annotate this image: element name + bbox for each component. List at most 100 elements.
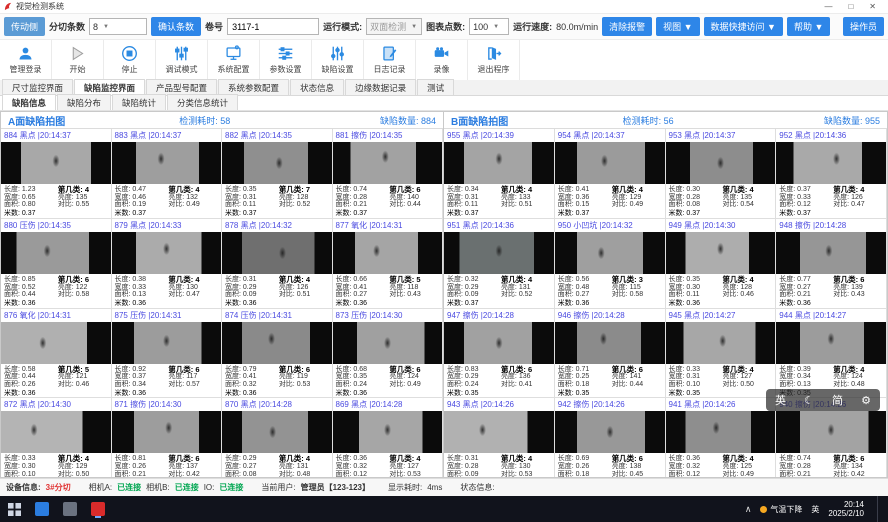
- video-record-button[interactable]: 录像: [416, 40, 468, 80]
- tab-产品型号配置[interactable]: 产品型号配置: [146, 79, 217, 95]
- admin-login-button[interactable]: 管理登录: [0, 40, 52, 80]
- clear-alarm-button[interactable]: 清除报警: [602, 17, 652, 36]
- start-button[interactable]: 开始: [52, 40, 104, 80]
- debug-mode-button[interactable]: 调试模式: [156, 40, 208, 80]
- minimize-button[interactable]: —: [824, 2, 832, 11]
- tab-边缘数据记录[interactable]: 边缘数据记录: [345, 79, 416, 95]
- drive-side-button[interactable]: 传动侧: [4, 17, 45, 36]
- defect-cell-875[interactable]: 875 压伤 |20:14:31长度: 0.92宽度: 0.37面积: 0.34…: [112, 309, 223, 399]
- subtab-缺陷统计[interactable]: 缺陷统计: [112, 94, 166, 110]
- settings-gear-icon[interactable]: ⚙: [861, 394, 871, 407]
- show-desktop-button[interactable]: [877, 496, 880, 522]
- window-title: 视觉检测系统: [16, 1, 64, 12]
- input-language-indicator[interactable]: 英: [811, 504, 819, 515]
- defect-cell-954[interactable]: 954 黑点 |20:14:37长度: 0.41宽度: 0.36面积: 0.15…: [555, 129, 666, 219]
- toolbar-button-label: 开始: [70, 64, 86, 75]
- maximize-button[interactable]: □: [848, 2, 853, 11]
- defect-cell-883[interactable]: 883 黑点 |20:14:37长度: 0.47宽度: 0.46面积: 0.19…: [112, 129, 223, 219]
- help-menu-button[interactable]: 帮助 ▼: [787, 17, 830, 36]
- defect-meters: 米数: 0.36: [225, 390, 279, 398]
- defect-cell-header: 945 黑点 |20:14:27: [666, 309, 776, 322]
- defect-area: 面积: 0.11: [447, 201, 501, 209]
- lang-cn-button[interactable]: 简: [832, 392, 843, 408]
- defect-cell-876[interactable]: 876 氧化 |20:14:31长度: 0.58宽度: 0.44面积: 0.26…: [1, 309, 112, 399]
- defect-cell-871[interactable]: 871 擦伤 |20:14:30长度: 0.81宽度: 0.26面积: 0.21…: [112, 398, 223, 478]
- defect-class: 第几类: 4: [58, 455, 108, 463]
- tab-缺陷监控界面[interactable]: 缺陷监控界面: [74, 79, 145, 95]
- subtab-缺陷分布[interactable]: 缺陷分布: [57, 94, 111, 110]
- defect-width: 宽度: 0.25: [558, 373, 612, 381]
- defect-cell-879[interactable]: 879 黑点 |20:14:33长度: 0.38宽度: 0.33面积: 0.13…: [112, 219, 223, 309]
- defect-cell-946[interactable]: 946 擦伤 |20:14:28长度: 0.71宽度: 0.25面积: 0.18…: [555, 309, 666, 399]
- defect-info: 长度: 0.74宽度: 0.28面积: 0.21米数: 0.35第几类: 6亮度…: [776, 453, 886, 478]
- defect-cell-874[interactable]: 874 压伤 |20:14:31长度: 0.79宽度: 0.41面积: 0.32…: [222, 309, 333, 399]
- defect-cell-947[interactable]: 947 擦伤 |20:14:28长度: 0.83宽度: 0.29面积: 0.24…: [444, 309, 555, 399]
- defect-cell-873[interactable]: 873 压伤 |20:14:30长度: 0.68宽度: 0.35面积: 0.24…: [333, 309, 444, 399]
- night-mode-icon[interactable]: ☾: [804, 394, 814, 407]
- exit-program-button[interactable]: 退出程序: [468, 40, 520, 80]
- defect-cell-941[interactable]: 941 黑点 |20:14:26长度: 0.36宽度: 0.32面积: 0.12…: [666, 398, 777, 478]
- tab-系统参数配置[interactable]: 系统参数配置: [218, 79, 289, 95]
- defect-cell-953[interactable]: 953 黑点 |20:14:37长度: 0.30宽度: 0.28面积: 0.08…: [666, 129, 777, 219]
- defect-image: [444, 322, 554, 364]
- defect-cell-882[interactable]: 882 黑点 |20:14:35长度: 0.35宽度: 0.31面积: 0.11…: [222, 129, 333, 219]
- taskbar-app-generic[interactable]: [56, 496, 84, 522]
- tab-尺寸监控界面[interactable]: 尺寸监控界面: [2, 79, 73, 95]
- device-info-value: 3#分切: [46, 482, 71, 493]
- close-button[interactable]: ✕: [869, 2, 876, 11]
- chart-points-select[interactable]: 100▼: [469, 18, 509, 35]
- tray-expand-icon[interactable]: ∧: [745, 504, 752, 515]
- defect-cell-943[interactable]: 943 黑点 |20:14:26长度: 0.31宽度: 0.28面积: 0.09…: [444, 398, 555, 478]
- param-settings-button[interactable]: 参数设置: [260, 40, 312, 80]
- view-menu-button[interactable]: 视图 ▼: [656, 17, 699, 36]
- toolbar-button-label: 录像: [434, 64, 450, 75]
- confirm-count-button[interactable]: 确认条数: [151, 17, 201, 36]
- run-mode-select[interactable]: 双面检测▼: [366, 18, 422, 35]
- defect-cell-884[interactable]: 884 黑点 |20:14:37长度: 1.23宽度: 0.65面积: 0.80…: [1, 129, 112, 219]
- subtab-缺陷信息[interactable]: 缺陷信息: [2, 94, 56, 110]
- defect-cell-header: 949 黑点 |20:14:30: [666, 219, 776, 232]
- defect-cell-869[interactable]: 869 黑点 |20:14:28长度: 0.36宽度: 0.32面积: 0.12…: [333, 398, 444, 478]
- tab-状态信息[interactable]: 状态信息: [290, 79, 344, 95]
- start-button[interactable]: [0, 496, 28, 522]
- defect-count: 缺陷数量: 955: [777, 114, 880, 127]
- subtab-分类信息统计[interactable]: 分类信息统计: [167, 94, 238, 110]
- defect-cell-881[interactable]: 881 擦伤 |20:14:35长度: 0.74宽度: 0.28面积: 0.21…: [333, 129, 444, 219]
- defect-cell-955[interactable]: 955 黑点 |20:14:39长度: 0.34宽度: 0.31面积: 0.11…: [444, 129, 555, 219]
- defect-area: 面积: 0.08: [225, 471, 279, 478]
- slit-count-select[interactable]: 8▼: [89, 18, 147, 35]
- defect-cell-952[interactable]: 952 黑点 |20:14:36长度: 0.37宽度: 0.33面积: 0.12…: [776, 129, 887, 219]
- taskbar-clock[interactable]: 20:14 2025/2/10: [828, 500, 864, 518]
- defect-cell-877[interactable]: 877 氧化 |20:14:31长度: 0.66宽度: 0.41面积: 0.27…: [333, 219, 444, 309]
- taskbar-app-inspection-active[interactable]: [84, 496, 112, 522]
- defect-cell-878[interactable]: 878 黑点 |20:14:32长度: 0.31宽度: 0.29面积: 0.09…: [222, 219, 333, 309]
- defect-cell-880[interactable]: 880 压伤 |20:14:35长度: 0.85宽度: 0.52面积: 0.44…: [1, 219, 112, 309]
- defect-meters: 米数: 0.36: [336, 390, 390, 398]
- defect-area: 面积: 0.09: [447, 471, 501, 478]
- lang-en-button[interactable]: 英: [775, 392, 786, 408]
- operator-button[interactable]: 操作员: [843, 17, 884, 36]
- defect-info: 长度: 0.85宽度: 0.52面积: 0.44米数: 0.36第几类: 6亮度…: [1, 274, 111, 308]
- defect-cell-945[interactable]: 945 黑点 |20:14:27长度: 0.33宽度: 0.31面积: 0.10…: [666, 309, 777, 399]
- defect-width: 宽度: 0.44: [4, 373, 58, 381]
- stop-button[interactable]: 停止: [104, 40, 156, 80]
- defect-cell-951[interactable]: 951 黑点 |20:14:36长度: 0.32宽度: 0.29面积: 0.09…: [444, 219, 555, 309]
- defect-cell-942[interactable]: 942 擦伤 |20:14:26长度: 0.69宽度: 0.26面积: 0.18…: [555, 398, 666, 478]
- defect-cell-944[interactable]: 944 黑点 |20:14:27长度: 0.39宽度: 0.34面积: 0.13…: [776, 309, 887, 399]
- defect-cell-950[interactable]: 950 小凹坑 |20:14:32长度: 0.56宽度: 0.48面积: 0.2…: [555, 219, 666, 309]
- defect-cell-872[interactable]: 872 黑点 |20:14:30长度: 0.33宽度: 0.30面积: 0.10…: [1, 398, 112, 478]
- defect-class: 第几类: 4: [58, 186, 108, 194]
- defect-cell-948[interactable]: 948 擦伤 |20:14:28长度: 0.77宽度: 0.27面积: 0.21…: [776, 219, 887, 309]
- tab-测试[interactable]: 测试: [417, 79, 454, 95]
- defect-cell-header: 883 黑点 |20:14:37: [112, 129, 222, 142]
- system-config-button[interactable]: 系统配置: [208, 40, 260, 80]
- roll-number-input[interactable]: [227, 18, 319, 35]
- defect-image: [222, 232, 332, 274]
- defect-cell-949[interactable]: 949 黑点 |20:14:30长度: 0.35宽度: 0.30面积: 0.11…: [666, 219, 777, 309]
- log-record-button[interactable]: 日志记录: [364, 40, 416, 80]
- defect-settings-button[interactable]: 缺陷设置: [312, 40, 364, 80]
- defect-cell-870[interactable]: 870 黑点 |20:14:28长度: 0.29宽度: 0.27面积: 0.08…: [222, 398, 333, 478]
- data-quick-access-button[interactable]: 数据快捷访问 ▼: [704, 17, 783, 36]
- taskbar-app-file-explorer[interactable]: [28, 496, 56, 522]
- weather-widget[interactable]: 气温下降: [760, 504, 802, 515]
